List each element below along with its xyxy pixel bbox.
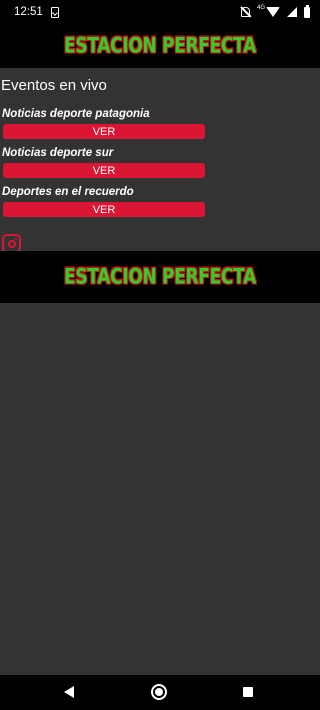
ver-button[interactable]: VER	[3, 163, 205, 178]
home-icon[interactable]	[151, 684, 167, 700]
navigation-bar	[0, 675, 320, 710]
bell-off-icon	[240, 7, 250, 17]
item-title: Noticias deporte sur	[2, 147, 114, 159]
status-time: 12:51	[14, 6, 43, 18]
recents-icon[interactable]	[243, 687, 253, 697]
status-icons: 4G	[240, 4, 310, 18]
section-heading: Eventos en vivo	[1, 77, 107, 94]
item-title: Deportes en el recuerdo	[2, 186, 134, 198]
upload-notification-icon	[50, 6, 59, 18]
banner-title: ESTACION PERFECTA	[64, 33, 256, 59]
back-icon[interactable]	[64, 686, 74, 698]
main-content: Eventos en vivo Noticias deporte patagon…	[0, 68, 320, 253]
signal-icon	[287, 7, 297, 17]
banner-top: ESTACION PERFECTA	[0, 24, 320, 68]
status-bar: 12:51 4G	[0, 0, 320, 24]
network-type-label: 4G	[256, 5, 265, 11]
banner-bottom: ESTACION PERFECTA	[0, 251, 320, 303]
banner-title: ESTACION PERFECTA	[64, 264, 256, 290]
empty-content-area	[0, 303, 320, 675]
battery-icon	[304, 4, 310, 18]
ver-button[interactable]: VER	[3, 124, 205, 139]
wifi-icon	[266, 7, 280, 17]
item-title: Noticias deporte patagonia	[2, 108, 150, 120]
ver-button[interactable]: VER	[3, 202, 205, 217]
